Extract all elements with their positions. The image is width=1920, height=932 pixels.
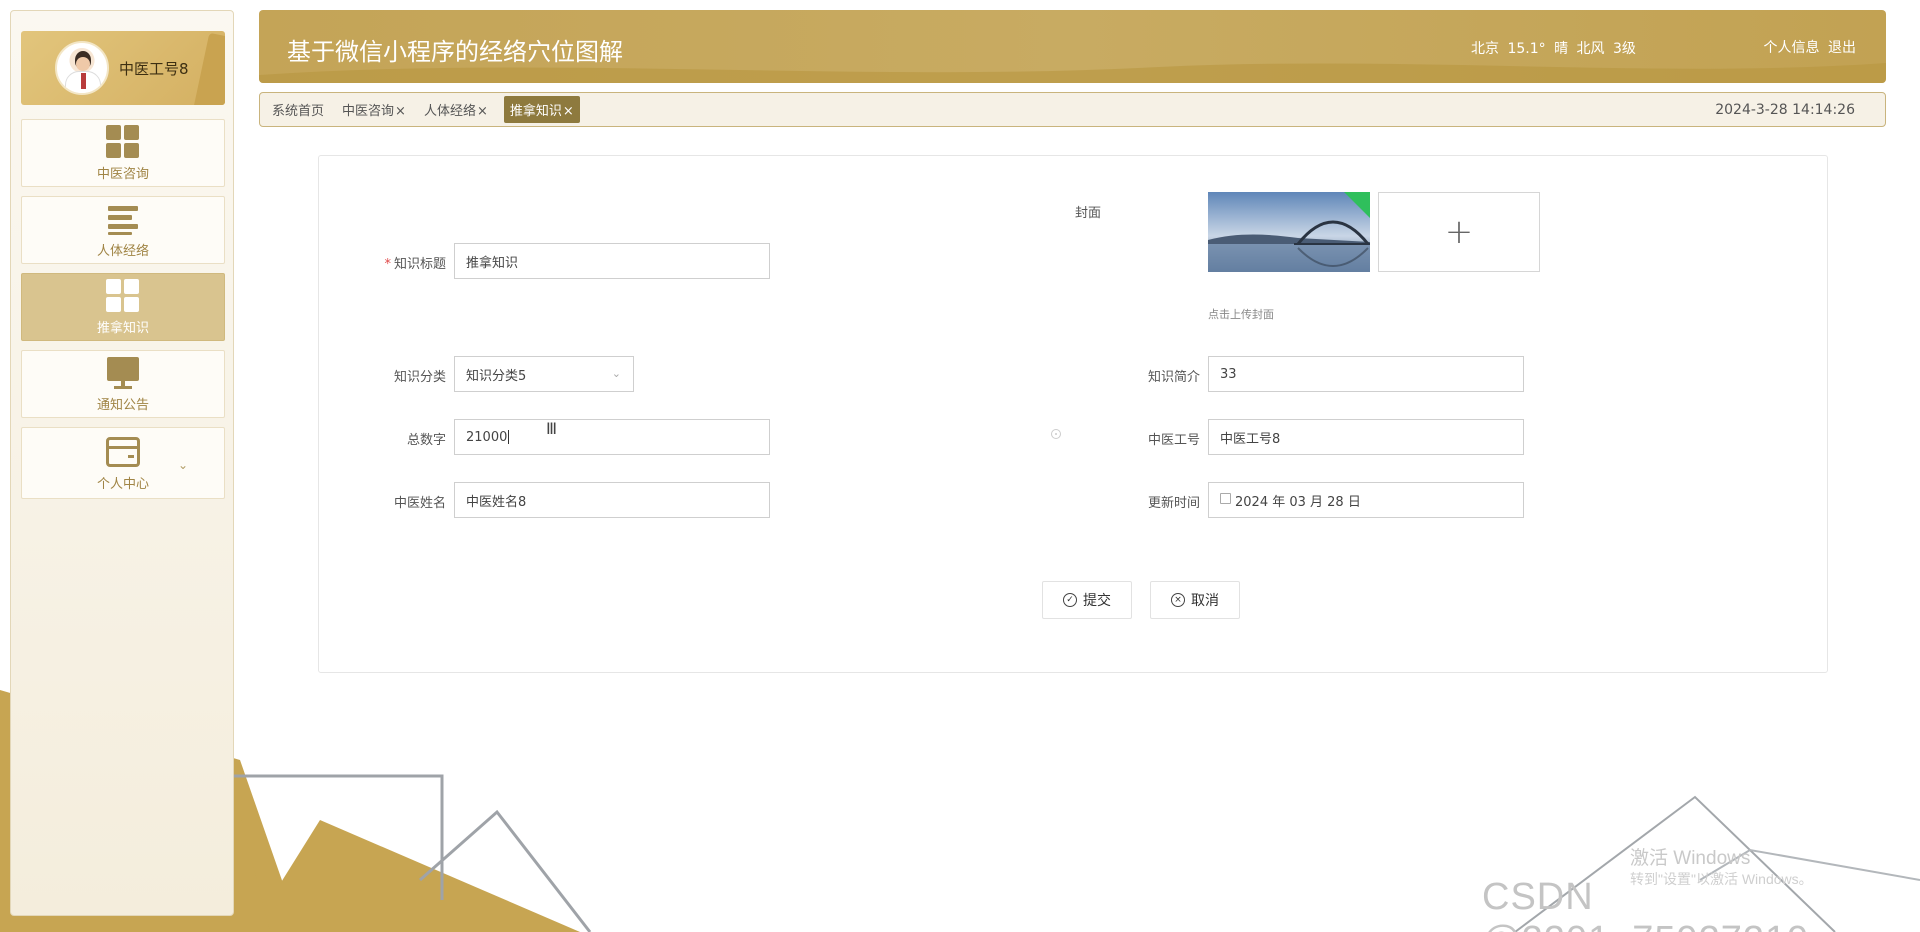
sidebar-item-label: 人体经络	[96, 243, 149, 259]
close-circle-icon: ×	[1171, 593, 1185, 607]
sidebar-item-label: 通知公告	[96, 397, 149, 413]
wallet-icon	[106, 435, 140, 469]
cover-label: 封面	[1074, 206, 1101, 221]
close-icon[interactable]: ×	[477, 104, 488, 119]
grid-icon	[106, 124, 140, 159]
avatar	[55, 41, 109, 95]
weather-info: 北京 15.1° 晴 北风 3级	[1471, 41, 1636, 57]
ibeam-cursor-icon: Ⅲ	[546, 419, 558, 438]
knowledge-form: * 知识标题 推拿知识 封面 + 点击上传封面 知识分类 知识分类5 ⌄ 知识简介…	[318, 155, 1828, 673]
title-label: * 知识标题	[384, 257, 446, 272]
info-dot-icon	[1051, 429, 1061, 439]
close-icon[interactable]: ×	[563, 104, 574, 119]
sidebar-item-label: 推拿知识	[96, 320, 149, 336]
csdn-watermark: CSDN @2201_75927219	[1482, 876, 1808, 932]
sidebar-item-label: 中医咨询	[96, 166, 149, 182]
cover-upload-button[interactable]: +	[1378, 192, 1540, 272]
total-input[interactable]: 21000	[454, 419, 770, 455]
summary-label: 知识简介	[1147, 370, 1200, 385]
sidebar-item-label: 个人中心	[96, 476, 149, 492]
tabs-bar: 系统首页 中医咨询× 人体经络× 推拿知识× 2024-3-28 14:14:2…	[259, 92, 1886, 127]
doctor-id-input[interactable]: 中医工号8	[1208, 419, 1524, 455]
doctor-id-label: 中医工号	[1147, 433, 1200, 448]
sidebar-item-notices[interactable]: 通知公告	[21, 350, 225, 418]
cover-image[interactable]	[1208, 192, 1370, 272]
check-circle-icon: ✓	[1063, 593, 1077, 607]
logout-link[interactable]: 退出	[1828, 40, 1856, 56]
current-datetime: 2024-3-28 14:14:26	[1715, 102, 1855, 118]
category-label: 知识分类	[393, 370, 446, 385]
doctor-name-label: 中医姓名	[393, 496, 446, 511]
title-input[interactable]: 推拿知识	[454, 243, 770, 279]
sidebar-item-massage-knowledge[interactable]: 推拿知识	[21, 273, 225, 341]
user-name: 中医工号8	[119, 59, 189, 78]
update-time-label: 更新时间	[1147, 496, 1200, 511]
sidebar-item-consult[interactable]: 中医咨询	[21, 119, 225, 187]
total-label: 总数字	[406, 433, 446, 448]
cover-upload-hint: 点击上传封面	[1208, 308, 1274, 321]
sidebar-item-meridians[interactable]: 人体经络	[21, 196, 225, 264]
user-card-flap	[193, 32, 225, 105]
header-links: 个人信息 退出	[1760, 37, 1856, 57]
cancel-button[interactable]: × 取消	[1150, 581, 1240, 619]
tab-meridians[interactable]: 人体经络×	[422, 97, 494, 122]
top-header: 基于微信小程序的经络穴位图解 北京 15.1° 晴 北风 3级 个人信息 退出	[259, 10, 1886, 83]
tab-massage-knowledge[interactable]: 推拿知识×	[503, 96, 580, 123]
tab-home[interactable]: 系统首页	[270, 97, 330, 122]
list-icon	[106, 202, 140, 236]
monitor-icon	[106, 356, 140, 390]
chevron-down-icon: ⌄	[611, 367, 621, 380]
tab-consult[interactable]: 中医咨询×	[340, 97, 412, 122]
summary-input[interactable]: 33	[1208, 356, 1524, 392]
user-card[interactable]: 中医工号8	[21, 31, 225, 105]
update-time-value: 2024 年 03 月 28 日	[1235, 494, 1361, 510]
windows-activation-watermark: 激活 Windows	[1630, 848, 1751, 869]
calendar-icon	[1220, 492, 1231, 504]
submit-button[interactable]: ✓ 提交	[1042, 581, 1132, 619]
category-select[interactable]: 知识分类5 ⌄	[454, 356, 634, 392]
grid-icon	[106, 278, 140, 313]
site-title: 基于微信小程序的经络穴位图解	[287, 38, 623, 66]
close-icon[interactable]: ×	[395, 104, 406, 119]
doctor-name-input[interactable]: 中医姓名8	[454, 482, 770, 518]
profile-link[interactable]: 个人信息	[1764, 40, 1820, 56]
sidebar: 中医工号8 中医咨询 人体经络 推拿知识 通知公告 个人中心 ⌄	[10, 10, 234, 916]
sidebar-item-personal-center[interactable]: 个人中心 ⌄	[21, 427, 225, 499]
chevron-down-icon[interactable]: ⌄	[178, 458, 188, 472]
cover-corner-badge	[1344, 192, 1370, 218]
category-selected-value: 知识分类5	[466, 368, 527, 384]
update-time-picker[interactable]: 2024 年 03 月 28 日	[1208, 482, 1524, 518]
